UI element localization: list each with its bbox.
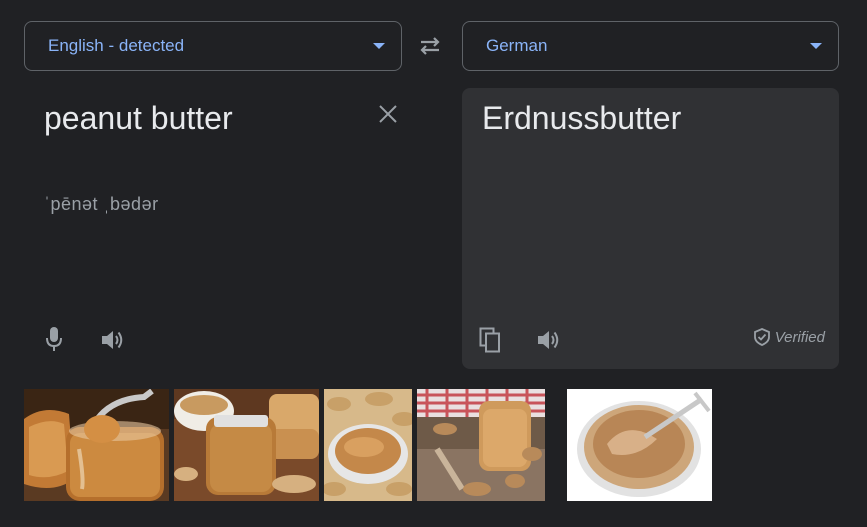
target-language-select[interactable]: German [462, 21, 839, 71]
speaker-icon [538, 331, 559, 349]
image-thumbnail-3[interactable] [324, 389, 412, 501]
image-thumbnail-1[interactable] [24, 389, 169, 501]
image-thumbnail-4[interactable] [417, 389, 545, 501]
copy-button[interactable] [475, 325, 505, 355]
listen-translation-button[interactable] [534, 325, 564, 355]
swap-icon [420, 37, 440, 55]
shield-check-icon [753, 328, 770, 346]
source-panel: peanut butter ˈpēnət ˌbədər [24, 88, 402, 368]
target-language-label: German [486, 36, 548, 55]
verified-badge: Verified [753, 328, 825, 346]
phonetic-text: ˈpēnət ˌbədər [44, 194, 159, 214]
close-icon [379, 105, 397, 123]
translation-text: Erdnussbutter [482, 100, 682, 136]
chevron-down-icon [373, 43, 385, 49]
translation-panel: Erdnussbutter Verified [462, 88, 839, 369]
image-thumbnail-5[interactable] [567, 389, 712, 501]
swap-languages-button[interactable] [414, 30, 446, 62]
source-language-select[interactable]: English - detected [24, 21, 402, 71]
chevron-down-icon [810, 43, 822, 49]
microphone-button[interactable] [39, 324, 69, 354]
source-language-label: English - detected [48, 36, 185, 55]
copy-icon [479, 327, 500, 353]
source-text-input[interactable]: peanut butter [44, 100, 233, 137]
image-thumbnail-2[interactable] [174, 389, 319, 501]
microphone-icon [46, 327, 62, 351]
speaker-icon [102, 331, 123, 349]
verified-label: Verified [774, 328, 825, 346]
clear-button[interactable] [376, 102, 400, 126]
listen-source-button[interactable] [98, 325, 128, 355]
